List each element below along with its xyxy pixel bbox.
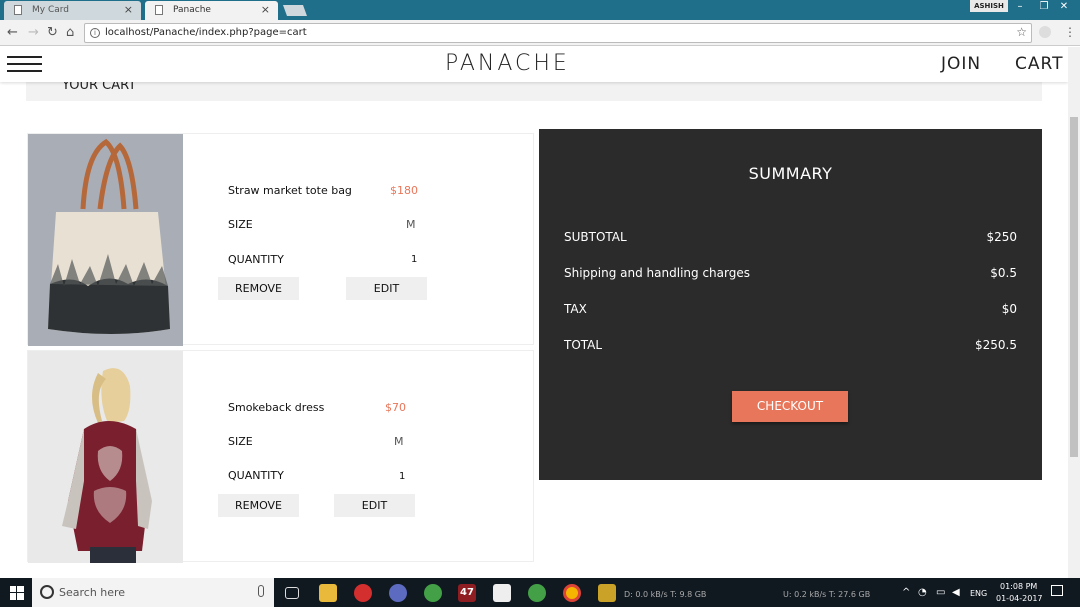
- network-download-stat: D: 0.0 kB/s T: 9.8 GB: [624, 590, 707, 599]
- item-name: Straw market tote bag: [228, 184, 352, 197]
- quantity-label: QUANTITY: [228, 469, 284, 482]
- tab-label: Panache: [173, 5, 211, 15]
- network-upload-stat: U: 0.2 kB/s T: 27.6 GB: [783, 590, 871, 599]
- tab-label: My Card: [32, 5, 70, 15]
- total-value: $250.5: [975, 338, 1017, 352]
- search-placeholder: Search here: [59, 586, 126, 599]
- item-price: $70: [385, 401, 406, 414]
- battery-icon[interactable]: ▭: [936, 587, 945, 598]
- url-bar[interactable]: i localhost/Panache/index.php?page=cart …: [84, 23, 1032, 43]
- dress-model-image: [28, 351, 183, 563]
- site-logo[interactable]: PANACHE: [445, 51, 567, 76]
- bookmark-star-icon[interactable]: ☆: [1016, 25, 1027, 39]
- opera-icon[interactable]: [354, 584, 372, 602]
- tote-bag-image: [28, 134, 183, 346]
- info-icon[interactable]: i: [90, 28, 100, 38]
- microphone-icon[interactable]: [258, 585, 264, 597]
- summary-title: SUMMARY: [748, 164, 833, 183]
- action-center-icon[interactable]: [1051, 585, 1063, 596]
- wifi-icon[interactable]: ◔: [918, 587, 927, 598]
- cart-item: Smokeback dress $70 SIZE M QUANTITY 1 RE…: [27, 350, 534, 563]
- tor-browser-icon[interactable]: [389, 584, 407, 602]
- close-icon[interactable]: ×: [124, 3, 133, 16]
- page-scrollbar[interactable]: [1068, 47, 1080, 578]
- cart-item: Straw market tote bag $180 SIZE M QUANTI…: [27, 133, 534, 346]
- remove-button[interactable]: REMOVE: [218, 494, 299, 517]
- browser-titlebar: My Card × Panache × ASHISH – ❐ ✕: [0, 0, 1080, 20]
- scrollbar-thumb[interactable]: [1070, 117, 1078, 457]
- home-icon[interactable]: ⌂: [66, 25, 74, 40]
- task-view-icon[interactable]: [285, 587, 299, 599]
- size-label: SIZE: [228, 435, 253, 448]
- quantity-label: QUANTITY: [228, 253, 284, 266]
- reload-icon[interactable]: ↻: [47, 25, 58, 40]
- order-summary-panel: SUMMARY SUBTOTAL $250 Shipping and handl…: [539, 129, 1042, 480]
- browser-toolbar: ← → ↻ ⌂ i localhost/Panache/index.php?pa…: [0, 20, 1080, 46]
- tray-chevron-icon[interactable]: ^: [902, 587, 910, 598]
- checkout-button[interactable]: CHECKOUT: [732, 391, 848, 422]
- page-viewport: PANACHE JOIN CART YOUR CART Straw market…: [0, 47, 1068, 578]
- item-price: $180: [390, 184, 418, 197]
- quantity-value: 1: [399, 471, 406, 482]
- back-icon[interactable]: ←: [7, 25, 18, 40]
- fireworks-icon[interactable]: [598, 584, 616, 602]
- page-icon: [14, 5, 22, 15]
- wamp-icon[interactable]: [493, 584, 511, 602]
- item-name: Smokeback dress: [228, 401, 325, 414]
- close-icon[interactable]: ×: [261, 3, 270, 16]
- kebab-menu-icon[interactable]: ⋮: [1064, 25, 1076, 39]
- quantity-value: 1: [411, 254, 418, 265]
- new-tab-button[interactable]: [282, 5, 308, 16]
- android-app-icon[interactable]: [528, 584, 546, 602]
- join-link[interactable]: JOIN: [941, 54, 981, 74]
- subtotal-label: SUBTOTAL: [564, 230, 627, 244]
- size-value: M: [394, 435, 404, 448]
- volume-icon[interactable]: ◀: [952, 587, 960, 598]
- file-explorer-icon[interactable]: [319, 584, 337, 602]
- total-label: TOTAL: [564, 338, 603, 352]
- cortana-icon: [40, 585, 54, 599]
- tax-value: $0: [1001, 302, 1017, 316]
- forward-icon[interactable]: →: [28, 25, 39, 40]
- hamburger-menu-icon[interactable]: [7, 56, 42, 73]
- size-value: M: [406, 218, 416, 231]
- edit-button[interactable]: EDIT: [334, 494, 415, 517]
- notification-count-icon[interactable]: 47: [458, 584, 476, 602]
- cart-link[interactable]: CART: [1015, 54, 1063, 74]
- language-indicator[interactable]: ENG: [970, 589, 987, 598]
- minimize-icon[interactable]: –: [1008, 0, 1032, 14]
- shipping-value: $0.5: [990, 266, 1017, 280]
- windows-start-icon[interactable]: [10, 586, 24, 600]
- android-app-icon[interactable]: [424, 584, 442, 602]
- shipping-label: Shipping and handling charges: [564, 266, 750, 280]
- taskbar-search[interactable]: Search here: [32, 578, 274, 607]
- remove-button[interactable]: REMOVE: [218, 277, 299, 300]
- clock-time[interactable]: 01:08 PM: [1000, 582, 1037, 591]
- windows-taskbar: Search here 47 D: 0.0 kB/s T: 9.8 GB U: …: [0, 578, 1080, 607]
- site-header: PANACHE JOIN CART: [0, 47, 1068, 82]
- tab-my-card[interactable]: My Card ×: [4, 1, 141, 20]
- close-window-icon[interactable]: ✕: [1052, 0, 1076, 14]
- tab-panache[interactable]: Panache ×: [145, 1, 278, 20]
- subtotal-value: $250: [986, 230, 1017, 244]
- tax-label: TAX: [564, 302, 587, 316]
- page-icon: [155, 5, 163, 15]
- edit-button[interactable]: EDIT: [346, 277, 427, 300]
- profile-badge[interactable]: ASHISH: [970, 0, 1008, 12]
- extension-icon[interactable]: [1039, 26, 1051, 38]
- size-label: SIZE: [228, 218, 253, 231]
- chrome-icon[interactable]: [563, 584, 581, 602]
- clock-date[interactable]: 01-04-2017: [996, 594, 1043, 603]
- url-text: localhost/Panache/index.php?page=cart: [105, 27, 307, 38]
